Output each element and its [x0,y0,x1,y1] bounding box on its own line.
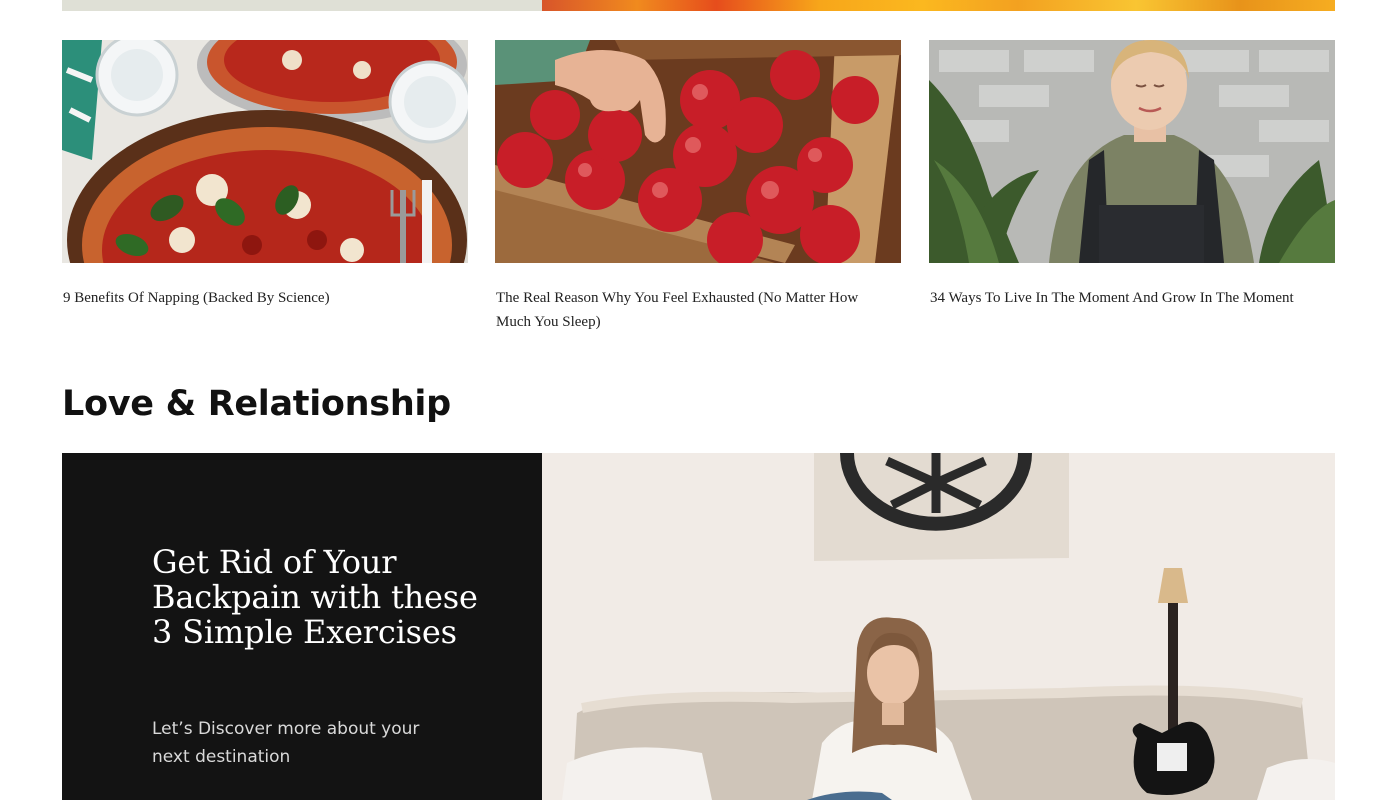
article-title[interactable]: 9 Benefits Of Napping (Backed By Science… [63,286,463,310]
feature-text-panel: Get Rid of Your Backpain with these 3 Si… [62,453,542,800]
article-image-pizza[interactable] [62,40,468,263]
section-title: Love & Relationship [62,384,451,424]
previous-hero-panel [62,0,542,11]
previous-hero-image[interactable] [542,0,1335,11]
feature-banner[interactable]: Get Rid of Your Backpain with these 3 Si… [62,453,1335,800]
feature-subtitle: Let’s Discover more about your next dest… [152,719,420,767]
article-card[interactable]: The Real Reason Why You Feel Exhausted (… [495,40,901,334]
previous-hero-edge [62,0,1335,11]
article-grid: 9 Benefits Of Napping (Backed By Science… [62,40,1335,340]
article-title[interactable]: 34 Ways To Live In The Moment And Grow I… [930,286,1330,310]
article-card[interactable]: 9 Benefits Of Napping (Backed By Science… [62,40,468,310]
article-image-woman[interactable] [929,40,1335,263]
article-image-apples[interactable] [495,40,901,263]
article-title[interactable]: The Real Reason Why You Feel Exhausted (… [496,286,896,334]
feature-image[interactable] [542,453,1335,800]
feature-title[interactable]: Get Rid of Your Backpain with these 3 Si… [152,545,492,650]
article-card[interactable]: 34 Ways To Live In The Moment And Grow I… [929,40,1335,310]
